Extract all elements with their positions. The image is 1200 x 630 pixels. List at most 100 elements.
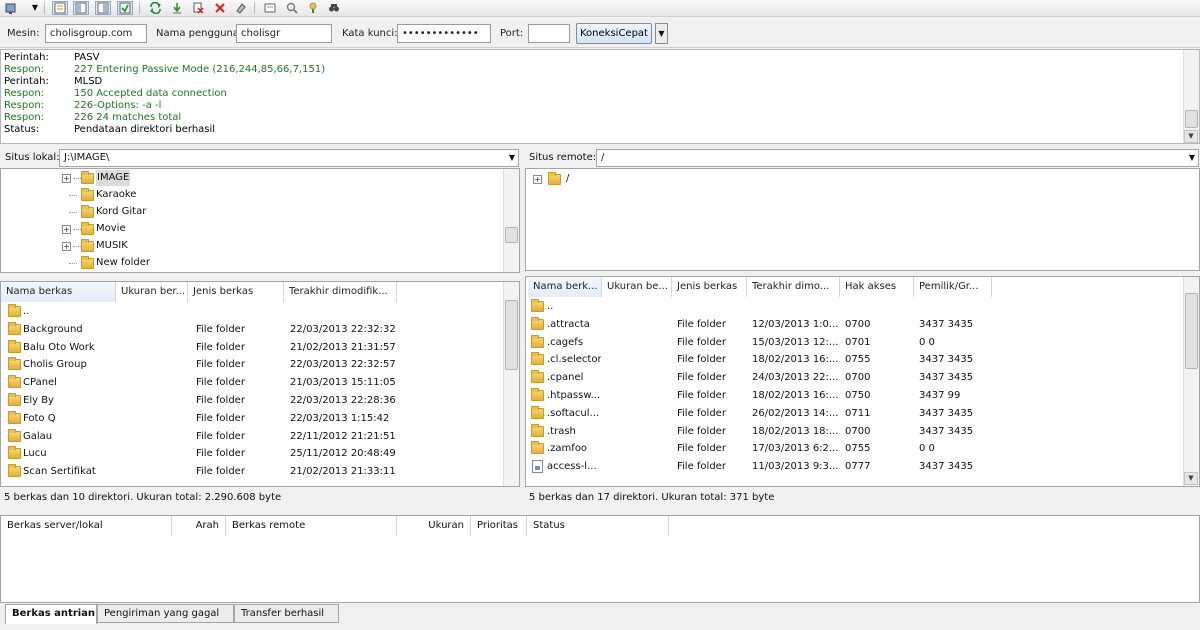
expand-icon[interactable]: + (62, 225, 71, 234)
queue-column-header[interactable]: Arah (172, 516, 226, 536)
local-tree-scrollbar[interactable] (503, 169, 519, 272)
column-header[interactable]: Jenis berkas (672, 277, 747, 297)
queue-column-header[interactable]: Ukuran (397, 516, 471, 536)
site-manager-icon[interactable] (4, 1, 20, 15)
sync-browsing-icon[interactable] (284, 1, 300, 15)
remote-list-scrollbar-thumb[interactable] (1185, 293, 1198, 369)
process-queue-icon[interactable] (169, 1, 185, 15)
expand-icon[interactable]: + (62, 242, 71, 251)
local-list-scrollbar[interactable] (503, 282, 519, 486)
cancel-icon[interactable] (190, 1, 206, 15)
log-scroll-down-icon[interactable]: ▼ (1184, 130, 1198, 143)
tree-item[interactable]: + Movie (1, 221, 501, 237)
column-header[interactable]: Ukuran ber... (116, 282, 188, 302)
file-row[interactable]: Foto Q File folder 22/03/2013 1:15:42 (1, 410, 503, 428)
disconnect-icon[interactable] (212, 1, 228, 15)
tree-item-label: IMAGE (96, 170, 131, 186)
file-owner: 0 0 (919, 336, 935, 348)
file-row[interactable]: .htpassw... File folder 18/02/2013 16:... 0… (526, 387, 1182, 405)
file-row[interactable]: .softacul... File folder 26/02/2013 14:...… (526, 405, 1182, 423)
file-row[interactable]: .. (1, 303, 503, 321)
remote-scroll-down-icon[interactable]: ▼ (1184, 472, 1198, 485)
column-header[interactable]: Pemilik/Gr... (914, 277, 992, 297)
file-row[interactable]: Galau File folder 22/11/2012 21:21:51 (1, 428, 503, 446)
file-row[interactable]: Ely By File folder 22/03/2013 22:28:36 (1, 392, 503, 410)
file-permissions: 0711 (845, 407, 871, 419)
remote-list-scrollbar[interactable]: ▼ (1183, 277, 1199, 486)
log-scrollbar[interactable]: ▼ (1183, 50, 1199, 143)
column-header[interactable]: Terakhir dimo... (747, 277, 840, 297)
file-row[interactable]: Scan Sertifikat File folder 21/02/2013 21:… (1, 463, 503, 481)
tree-connector (73, 229, 81, 230)
file-row[interactable]: Lucu File folder 25/11/2012 20:48:49 (1, 445, 503, 463)
log-scrollbar-thumb[interactable] (1185, 110, 1198, 128)
log-line: Respon: 226 24 matches total (4, 112, 1174, 124)
toggle-local-tree-icon[interactable] (73, 1, 89, 15)
queue-column-header[interactable]: Prioritas (471, 516, 527, 536)
remote-path-input[interactable]: / ▼ (596, 149, 1199, 167)
expand-icon[interactable]: + (62, 174, 71, 183)
tree-item[interactable]: Karaoke (1, 187, 501, 203)
column-header[interactable]: Jenis berkas (188, 282, 284, 302)
toggle-queue-icon[interactable] (117, 1, 133, 15)
host-input[interactable] (45, 24, 147, 43)
folder-icon (8, 339, 21, 353)
log-text: MLSD (74, 76, 103, 87)
column-header[interactable]: Terakhir dimodifik... (284, 282, 397, 302)
tree-item[interactable]: + MUSIK (1, 238, 501, 254)
column-header[interactable]: Hak akses (840, 277, 914, 297)
file-row[interactable]: .. (526, 298, 1182, 316)
local-path-input[interactable]: J:\IMAGE\ ▼ (59, 149, 519, 167)
folder-icon (8, 446, 21, 460)
file-row[interactable]: .attracta File folder 12/03/2013 1:0... 070… (526, 316, 1182, 334)
local-path-dropdown-icon[interactable]: ▼ (509, 150, 515, 166)
directory-comparison-icon[interactable] (305, 1, 321, 15)
queue-column-header[interactable]: Berkas server/lokal (1, 516, 172, 536)
directory-filters-icon[interactable] (262, 1, 278, 15)
column-header[interactable]: Ukuran be... (602, 277, 672, 297)
column-header[interactable]: Nama berk... (528, 277, 602, 297)
file-row[interactable]: CPanel File folder 21/03/2013 15:11:05 (1, 374, 503, 392)
tree-item[interactable]: New folder (1, 255, 501, 271)
password-input[interactable] (397, 24, 491, 43)
local-tree-scrollbar-thumb[interactable] (505, 227, 518, 243)
queue-column-header[interactable]: Berkas remote (226, 516, 397, 536)
file-row[interactable]: .cl.selector File folder 18/02/2013 16:...… (526, 351, 1182, 369)
column-header[interactable]: Nama berkas (1, 282, 116, 302)
toggle-remote-tree-icon[interactable] (95, 1, 111, 15)
file-permissions: 0755 (845, 354, 871, 366)
file-type: File folder (196, 341, 245, 353)
expand-icon[interactable]: + (533, 175, 542, 184)
search-icon[interactable] (326, 1, 342, 15)
tree-item[interactable]: + / (526, 171, 826, 187)
file-name: Ely By (23, 395, 54, 406)
reconnect-icon[interactable] (233, 1, 249, 15)
file-row[interactable]: .trash File folder 18/02/2013 18:... 0700 34… (526, 423, 1182, 441)
toggle-log-icon[interactable] (52, 1, 68, 15)
queue-column-header[interactable]: Status (527, 516, 669, 536)
file-row[interactable]: .cpanel File folder 24/03/2013 22:... 0700 3… (526, 369, 1182, 387)
file-name: Balu Oto Work (23, 341, 95, 353)
folder-icon (8, 304, 21, 317)
file-row[interactable]: .zamfoo File folder 17/03/2013 6:2... 0755 0… (526, 440, 1182, 458)
tree-item[interactable]: Kord Gitar (1, 204, 501, 220)
file-row[interactable]: Balu Oto Work File folder 21/02/2013 21:31… (1, 339, 503, 357)
file-row[interactable]: Background File folder 22/03/2013 22:32:32 (1, 321, 503, 339)
tab-successful-transfers[interactable]: Transfer berhasil (234, 604, 339, 623)
site-manager-dropdown-icon[interactable]: ▼ (30, 1, 40, 15)
quickconnect-button[interactable]: KoneksiCepat (576, 23, 652, 44)
tree-item[interactable]: + IMAGE (1, 170, 501, 186)
tab-queued-files[interactable]: Berkas antrian (5, 604, 97, 624)
quickconnect-history-dropdown-icon[interactable]: ▼ (655, 23, 668, 44)
file-row[interactable]: access-l... File folder 11/03/2013 9:3... 0… (526, 458, 1182, 476)
remote-path-dropdown-icon[interactable]: ▼ (1189, 150, 1195, 166)
local-list-scrollbar-thumb[interactable] (505, 300, 518, 370)
refresh-icon[interactable] (147, 1, 163, 15)
tab-failed-transfers[interactable]: Pengiriman yang gagal (97, 604, 234, 623)
port-input[interactable] (528, 24, 570, 43)
remote-file-list: Nama berk...Ukuran be...Jenis berkasTera… (525, 276, 1200, 487)
tree-connector (69, 195, 77, 196)
file-row[interactable]: Cholis Group File folder 22/03/2013 22:32:… (1, 356, 503, 374)
file-row[interactable]: .cagefs File folder 15/03/2013 12:... 0701 0… (526, 334, 1182, 352)
username-input[interactable] (236, 24, 332, 43)
